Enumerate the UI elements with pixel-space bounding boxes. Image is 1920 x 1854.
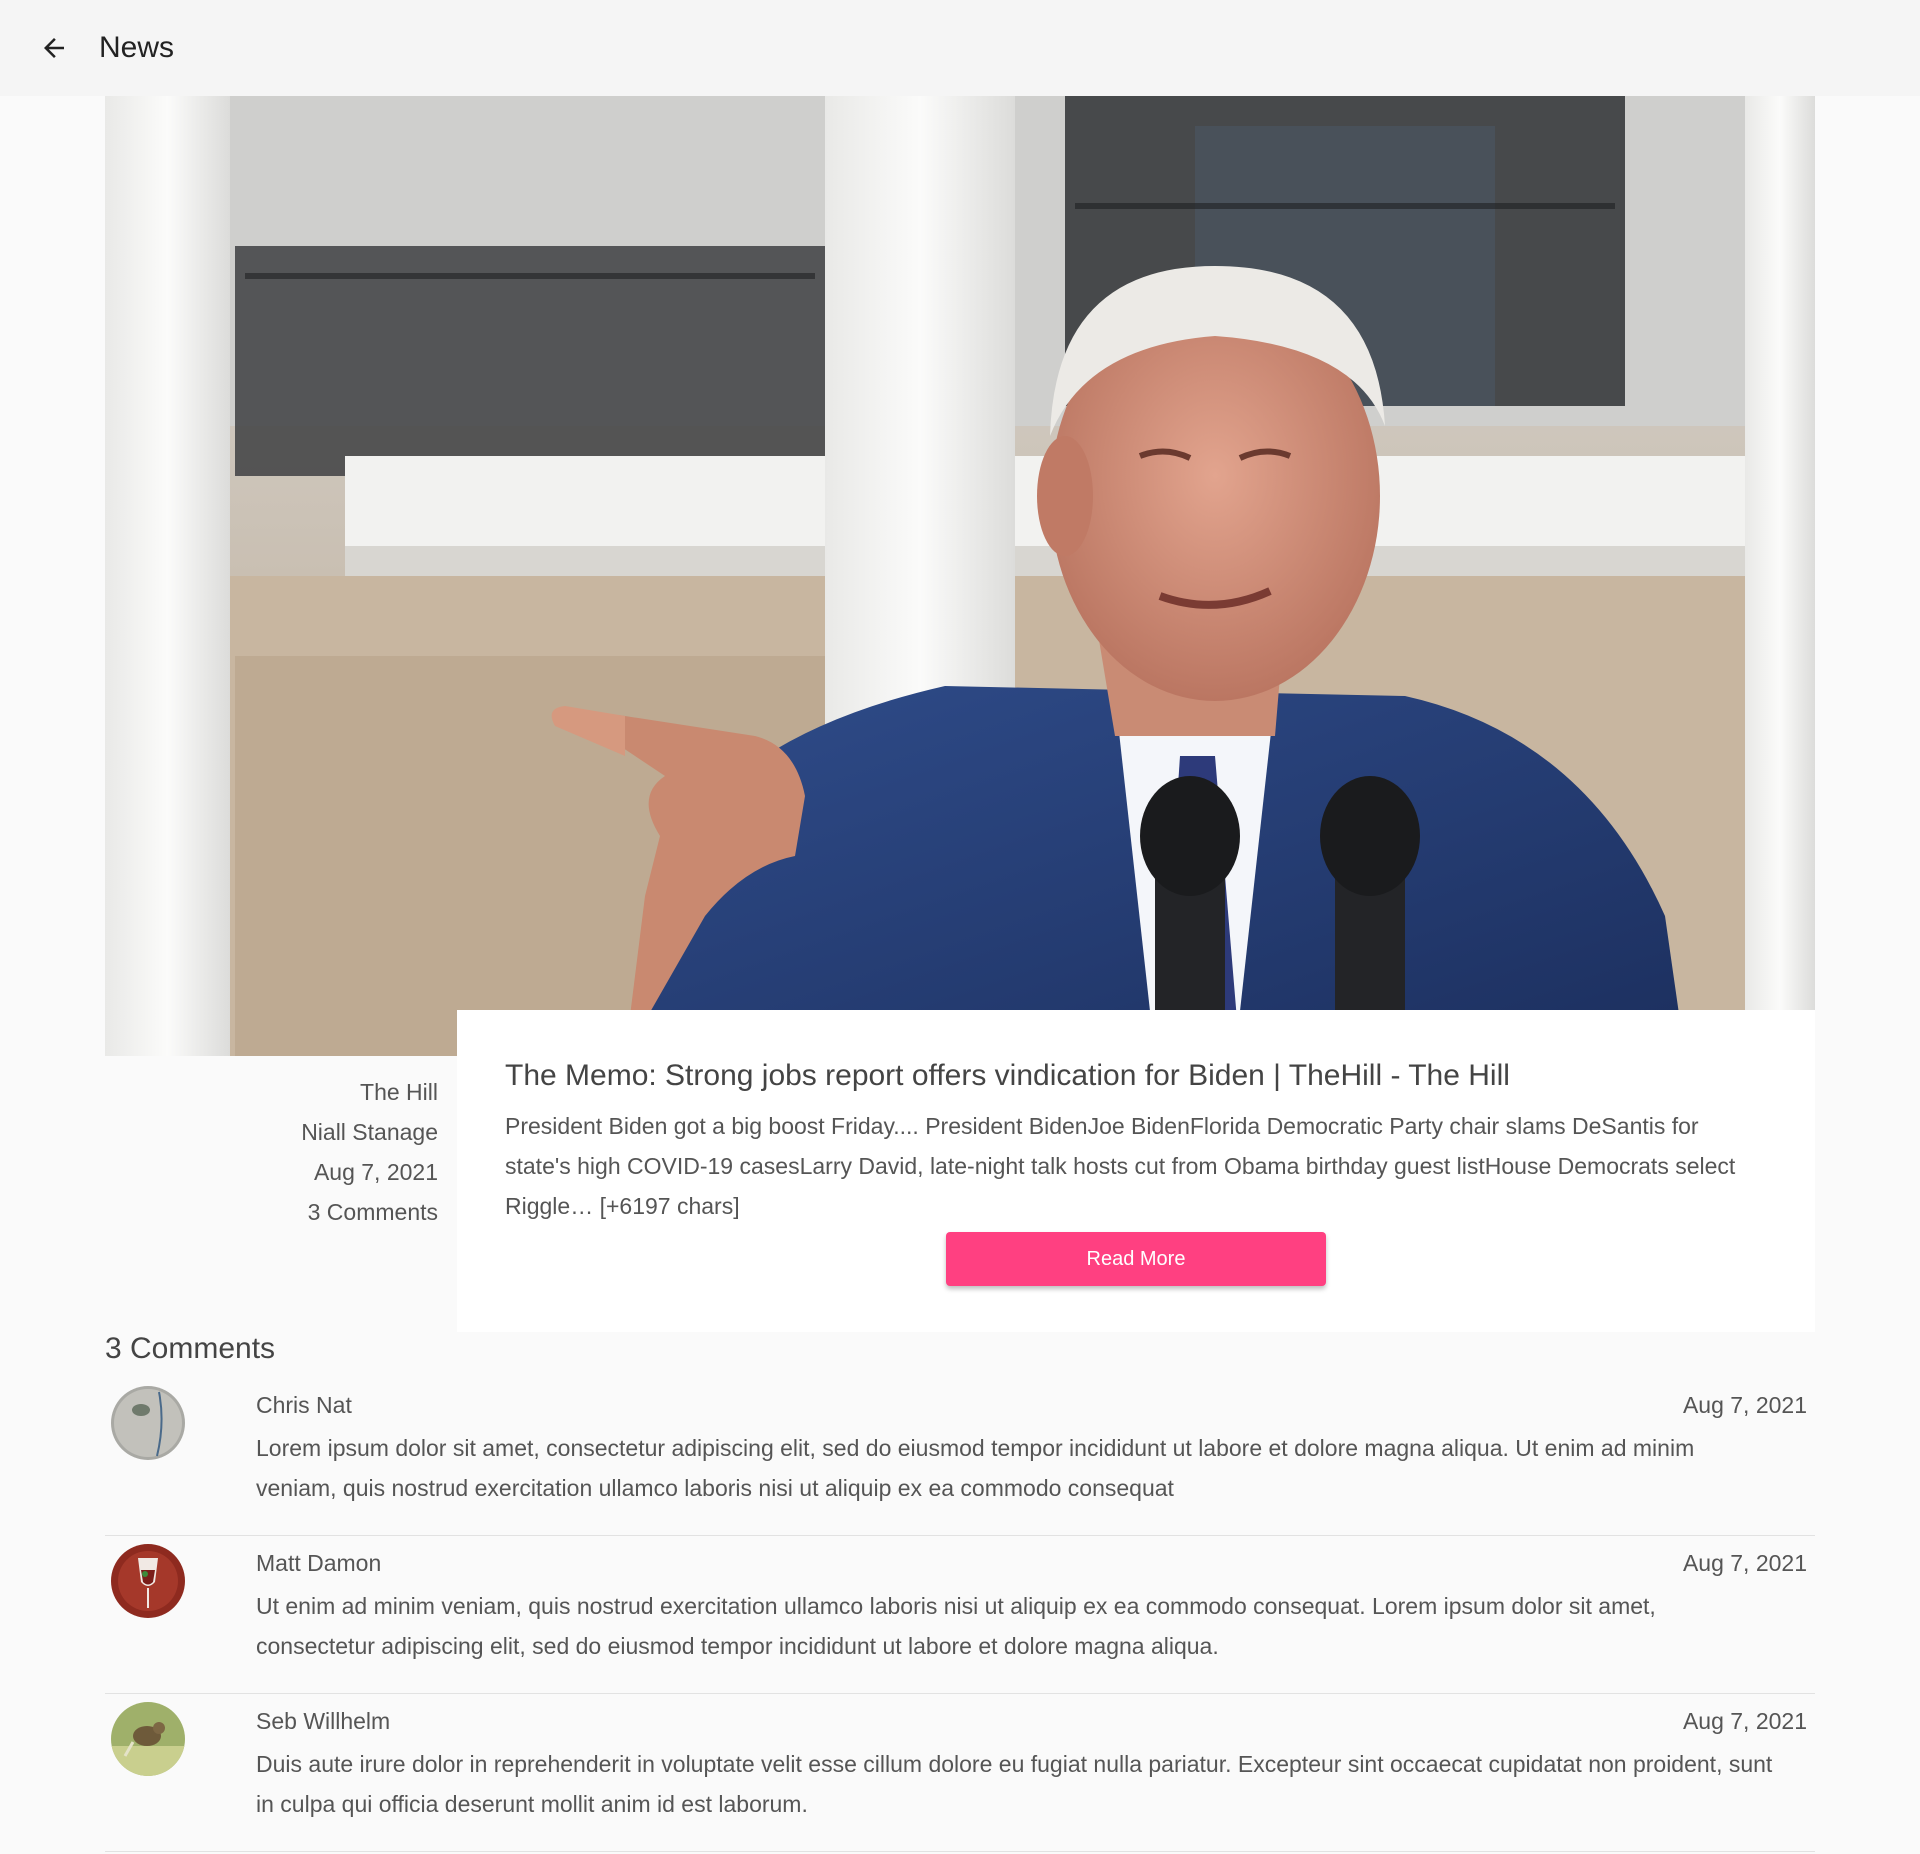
comment-date: Aug 7, 2021 [1682,1708,1807,1734]
read-more-button[interactable]: Read More [946,1232,1326,1286]
comment-author: Seb Willhelm [256,1708,391,1734]
comment-author: Matt Damon [256,1550,382,1576]
article-author: Niall Stanage [301,1119,438,1145]
back-button[interactable] [24,18,84,78]
comment-text: Lorem ipsum dolor sit amet, consectetur … [256,1435,1695,1501]
article-title: The Memo: Strong jobs report offers vind… [505,1059,1510,1092]
comment-date: Aug 7, 2021 [1682,1550,1807,1576]
comment-text: Duis aute irure dolor in reprehenderit i… [256,1751,1773,1817]
avatar [111,1544,185,1618]
article-source: The Hill [360,1079,438,1105]
avatar [111,1386,185,1460]
avatar [111,1702,185,1776]
article-hero-image [105,96,1815,1056]
comment-item: Seb Willhelm Aug 7, 2021 Duis aute irure… [105,1694,1815,1852]
comment-item: Chris Nat Aug 7, 2021 Lorem ipsum dolor … [105,1378,1815,1536]
comment-date: Aug 7, 2021 [1682,1392,1807,1418]
comments-heading: 3 Comments [105,1332,276,1365]
page-title: News [99,31,175,64]
article-date: Aug 7, 2021 [313,1159,438,1185]
arrow-left-icon [44,38,64,58]
article-description: President Biden got a big boost Friday..… [505,1113,1736,1219]
comment-author: Chris Nat [256,1392,352,1418]
comments-list: Chris Nat Aug 7, 2021 Lorem ipsum dolor … [105,1378,1815,1852]
article-comment-count[interactable]: 3 Comments [105,1192,438,1232]
app-bar: News [0,0,1920,96]
comment-text: Ut enim ad minim veniam, quis nostrud ex… [256,1593,1656,1659]
article-card: The Memo: Strong jobs report offers vind… [457,1010,1815,1332]
article-meta: The Hill Niall Stanage Aug 7, 2021 3 Com… [105,1060,438,1232]
comment-item: Matt Damon Aug 7, 2021 Ut enim ad minim … [105,1536,1815,1694]
